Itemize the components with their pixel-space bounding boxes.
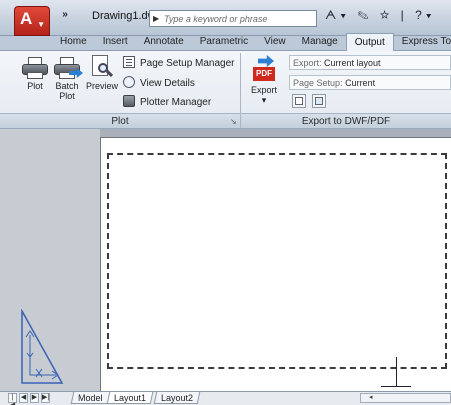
batch-plot-label-line1: Batch bbox=[55, 81, 79, 91]
cursor-crosshair-horizontal bbox=[381, 386, 411, 387]
last-layout-button[interactable]: ▶| bbox=[41, 393, 50, 403]
tab-layout1[interactable]: Layout1 bbox=[106, 392, 154, 404]
plot-panel-title[interactable]: Plot bbox=[0, 113, 240, 128]
export-label: Export bbox=[250, 85, 277, 95]
export-panel-title: Export to DWF/PDF bbox=[241, 113, 451, 128]
tab-view[interactable]: View bbox=[256, 33, 294, 51]
view-details-button[interactable]: View Details bbox=[123, 76, 195, 89]
page-setup-override-icon bbox=[295, 97, 303, 105]
export-dropdown-value: Current layout bbox=[324, 58, 381, 68]
view-details-icon bbox=[123, 76, 135, 88]
cursor-crosshair-vertical bbox=[396, 357, 397, 387]
page-setup-dropdown-label: Page Setup: bbox=[293, 78, 343, 88]
previous-layout-button[interactable]: ◀ bbox=[19, 393, 28, 403]
autocad-logo-icon: A bbox=[20, 9, 33, 28]
search-input[interactable]: ▶ Type a keyword or phrase bbox=[149, 10, 317, 27]
pdf-badge: PDF bbox=[253, 67, 275, 81]
page-setup-icon bbox=[123, 56, 135, 68]
tab-layout2[interactable]: Layout2 bbox=[153, 392, 201, 404]
export-preview-icon bbox=[315, 97, 323, 105]
plot-label: Plot bbox=[27, 81, 43, 91]
plotter-manager-button[interactable]: Plotter Manager bbox=[123, 95, 211, 108]
view-details-label: View Details bbox=[140, 78, 195, 89]
quick-access-toolbar-overflow-button[interactable]: » bbox=[58, 9, 72, 23]
batch-plot-button[interactable]: Batch Plot bbox=[52, 57, 83, 101]
infocenter-toolbar[interactable]: ᗅ▾ ✎ ☆ | ?▾ bbox=[325, 8, 436, 23]
tab-express-tools[interactable]: Express Too bbox=[394, 33, 451, 51]
infocenter-icons[interactable]: ᗅ▾ ✎ ☆ | ?▾ bbox=[325, 8, 436, 22]
first-layout-button[interactable]: |◀ bbox=[8, 393, 17, 405]
preview-icon bbox=[91, 55, 114, 79]
tab-insert[interactable]: Insert bbox=[95, 33, 136, 51]
plot-button[interactable]: Plot bbox=[22, 57, 48, 91]
tab-parametric[interactable]: Parametric bbox=[192, 33, 256, 51]
batch-plot-icon bbox=[54, 57, 83, 79]
export-button[interactable]: PDF Export ▾ bbox=[247, 55, 281, 105]
plot-panel-launcher-icon[interactable]: ↘ bbox=[230, 117, 237, 126]
chevron-down-icon: ▼ bbox=[37, 20, 45, 29]
application-menu-button[interactable]: A ▼ bbox=[14, 6, 50, 36]
tab-home[interactable]: Home bbox=[52, 33, 95, 51]
tab-manage[interactable]: Manage bbox=[294, 33, 346, 51]
export-layout-dropdown[interactable]: Export: Current layout bbox=[289, 55, 451, 70]
export-preview-button[interactable] bbox=[312, 94, 326, 108]
printable-area-border bbox=[107, 153, 447, 369]
horizontal-scrollbar[interactable]: ◂ bbox=[360, 393, 451, 403]
ribbon-tabs: Home Insert Annotate Parametric View Man… bbox=[52, 33, 451, 51]
export-dropdown-label: Export: bbox=[293, 58, 322, 68]
export-pdf-icon: PDF bbox=[252, 55, 276, 85]
search-expand-icon[interactable]: ▶ bbox=[153, 14, 159, 23]
page-setup-dropdown[interactable]: Page Setup: Current bbox=[289, 75, 451, 90]
ucs-icon bbox=[21, 309, 64, 384]
tab-model[interactable]: Model bbox=[70, 392, 110, 404]
preview-button[interactable]: Preview bbox=[85, 55, 119, 91]
page-setup-override-button[interactable] bbox=[292, 94, 306, 108]
tab-annotate[interactable]: Annotate bbox=[136, 33, 192, 51]
scroll-left-icon[interactable]: ◂ bbox=[369, 393, 373, 401]
next-layout-button[interactable]: ▶ bbox=[30, 393, 39, 403]
export-dropdown-arrow-icon: ▾ bbox=[261, 95, 267, 105]
plotter-manager-icon bbox=[123, 95, 135, 107]
search-placeholder: Type a keyword or phrase bbox=[164, 14, 268, 24]
tab-output[interactable]: Output bbox=[345, 33, 394, 51]
page-setup-dropdown-value: Current bbox=[345, 78, 376, 88]
page-setup-manager-label: Page Setup Manager bbox=[140, 58, 235, 69]
preview-label: Preview bbox=[85, 81, 118, 91]
plotter-manager-label: Plotter Manager bbox=[140, 97, 212, 108]
batch-plot-label-line2: Plot bbox=[59, 91, 75, 101]
printer-icon bbox=[22, 57, 48, 79]
page-setup-manager-button[interactable]: Page Setup Manager bbox=[123, 56, 235, 69]
